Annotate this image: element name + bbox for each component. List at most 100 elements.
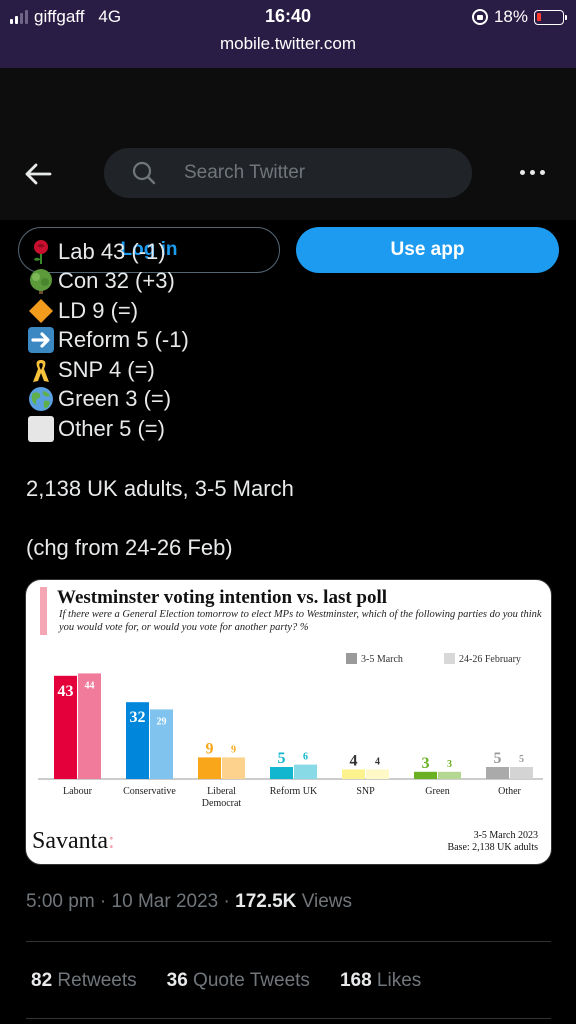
views-count: 172.5K <box>235 891 297 912</box>
tweet-change-note: (chg from 24-26 Feb) <box>26 535 233 560</box>
footnote-base: Base: 2,138 UK adults <box>447 842 538 853</box>
tweet-date[interactable]: 10 Mar 2023 <box>112 891 219 912</box>
tweet-line-text: Con 32 (+3) <box>58 268 175 294</box>
tweet-line-other: Other 5 (=) <box>26 414 189 444</box>
category-label: Labour <box>63 786 93 797</box>
tweet-line-text: Other 5 (=) <box>58 415 165 441</box>
twitter-header: Search Twitter Log in Use app <box>0 68 576 273</box>
tweet-sample: 2,138 UK adults, 3-5 March <box>26 476 294 501</box>
bar-current <box>270 767 293 779</box>
legend-swatch <box>444 653 455 664</box>
tweet-time[interactable]: 5:00 pm <box>26 891 95 912</box>
category-label: Liberal <box>207 786 236 797</box>
tweet-line-text: Green 3 (=) <box>58 386 172 412</box>
divider <box>26 1018 551 1019</box>
divider <box>26 941 551 942</box>
retweets-label: Retweets <box>57 970 137 991</box>
quote-tweets-count: 36 <box>166 970 188 991</box>
tree-icon <box>26 267 56 295</box>
search-box[interactable]: Search Twitter <box>104 148 472 198</box>
tweet-meta: 5:00 pm · 10 Mar 2023 · 172.5K Views <box>26 891 353 912</box>
tweet-line-text: SNP 4 (=) <box>58 356 155 382</box>
tweet-line-labour: Lab 43 (-1) <box>26 237 189 267</box>
category-label: Green <box>425 786 449 797</box>
data-label-current: 3 <box>422 755 430 772</box>
savanta-logo-colon: : <box>107 828 115 854</box>
chart-title: Westminster voting intention vs. last po… <box>57 587 388 608</box>
category-label: Conservative <box>123 786 176 797</box>
diamond-icon <box>26 297 56 325</box>
bar-current <box>414 771 437 779</box>
white-square-icon <box>26 415 56 443</box>
address-bar-url[interactable]: mobile.twitter.com <box>0 34 576 54</box>
tweet-line-libdem: LD 9 (=) <box>26 296 189 326</box>
bar-previous <box>294 764 317 779</box>
views-label: Views <box>301 891 353 912</box>
tweet-text: Lab 43 (-1) Con 32 (+3) LD 9 (=) Reform … <box>26 237 189 444</box>
legend-label: 3-5 March <box>361 654 403 665</box>
data-label-previous: 5 <box>519 754 524 765</box>
bar-previous <box>438 771 461 779</box>
bar-chart: 3-5 March 24-26 February43 44Labour32 29Con… <box>38 653 543 809</box>
data-label-current: 4 <box>350 752 358 769</box>
battery-percent: 18% <box>493 7 528 26</box>
bar-previous <box>222 757 245 779</box>
bar-current <box>342 769 365 779</box>
quote-tweets-stat[interactable]: 36 Quote Tweets <box>167 970 310 992</box>
category-label: SNP <box>356 786 375 797</box>
tweet-stats: 82 Retweets 36 Quote Tweets 168 Likes <box>31 970 421 992</box>
data-label-current: 5 <box>278 750 286 767</box>
use-app-button[interactable]: Use app <box>296 227 559 273</box>
retweets-stat[interactable]: 82 Retweets <box>31 970 137 992</box>
arrow-right-icon <box>26 326 56 354</box>
tweet-line-green: Green 3 (=) <box>26 385 189 415</box>
data-label-current: 32 <box>130 709 146 726</box>
data-label-previous: 44 <box>85 680 95 691</box>
likes-count: 168 <box>339 970 372 991</box>
ribbon-icon <box>26 356 56 384</box>
category-label: Reform UK <box>270 786 318 797</box>
tweet-line-text: LD 9 (=) <box>58 297 139 323</box>
likes-stat[interactable]: 168 Likes <box>340 970 421 992</box>
chart-subtitle: If there were a General Election tomorro… <box>59 609 542 633</box>
savanta-logo: Savanta: <box>32 828 115 855</box>
globe-icon <box>26 385 56 413</box>
retweets-count: 82 <box>31 970 53 991</box>
category-label: Other <box>498 786 521 797</box>
back-arrow-icon[interactable] <box>24 162 52 186</box>
tweet-line-conservative: Con 32 (+3) <box>26 267 189 297</box>
tweet-line-text: Lab 43 (-1) <box>58 238 166 264</box>
tweet-line-text: Reform 5 (-1) <box>58 327 189 353</box>
chart-footnote: 3-5 March 2023 Base: 2,138 UK adults <box>447 830 538 854</box>
data-label-previous: 9 <box>231 744 236 755</box>
data-label-current: 5 <box>494 750 502 767</box>
data-label-previous: 4 <box>375 756 380 767</box>
rose-icon <box>26 238 56 266</box>
likes-label: Likes <box>376 970 422 991</box>
bar-current <box>486 767 509 779</box>
bar-previous <box>510 767 533 779</box>
footnote-date: 3-5 March 2023 <box>473 830 538 841</box>
more-options-icon[interactable] <box>520 170 545 175</box>
status-bar: giffgaff 4G 16:40 18% mobile.twitter.com <box>0 0 576 68</box>
data-label-current: 9 <box>206 740 214 757</box>
title-accent-bar <box>40 587 47 635</box>
search-icon <box>132 161 156 185</box>
data-label-previous: 6 <box>303 752 308 763</box>
quote-tweets-label: Quote Tweets <box>193 970 310 991</box>
chart-image-card[interactable]: Westminster voting intention vs. last po… <box>25 579 552 865</box>
tweet-line-snp: SNP 4 (=) <box>26 355 189 385</box>
status-right: 18% <box>471 7 567 27</box>
bar-current <box>198 757 221 779</box>
battery-fill <box>537 12 542 21</box>
legend-swatch <box>346 653 357 664</box>
search-placeholder: Search Twitter <box>184 162 306 183</box>
bar-previous <box>366 769 389 779</box>
data-label-previous: 29 <box>157 716 167 727</box>
category-label: Democrat <box>202 798 242 809</box>
tweet-line-reform: Reform 5 (-1) <box>26 326 189 356</box>
data-label-previous: 3 <box>447 759 452 770</box>
rotation-lock-icon <box>471 9 488 25</box>
data-label-current: 43 <box>58 683 74 700</box>
legend-label: 24-26 February <box>459 654 521 665</box>
